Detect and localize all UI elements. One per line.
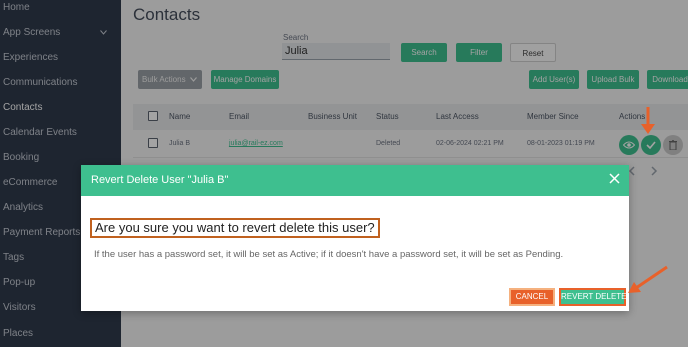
modal-description: If the user has a password set, it will … [94, 249, 564, 260]
revert-delete-modal: Revert Delete User "Julia B" Are you sur… [81, 165, 629, 311]
modal-header: Revert Delete User "Julia B" [81, 165, 629, 196]
modal-question: Are you sure you want to revert delete t… [90, 218, 380, 238]
revert-delete-button[interactable]: REVERT DELETE [559, 288, 627, 306]
cancel-button[interactable]: CANCEL [509, 288, 555, 306]
modal-title: Revert Delete User "Julia B" [91, 174, 229, 186]
close-icon[interactable] [609, 171, 620, 189]
